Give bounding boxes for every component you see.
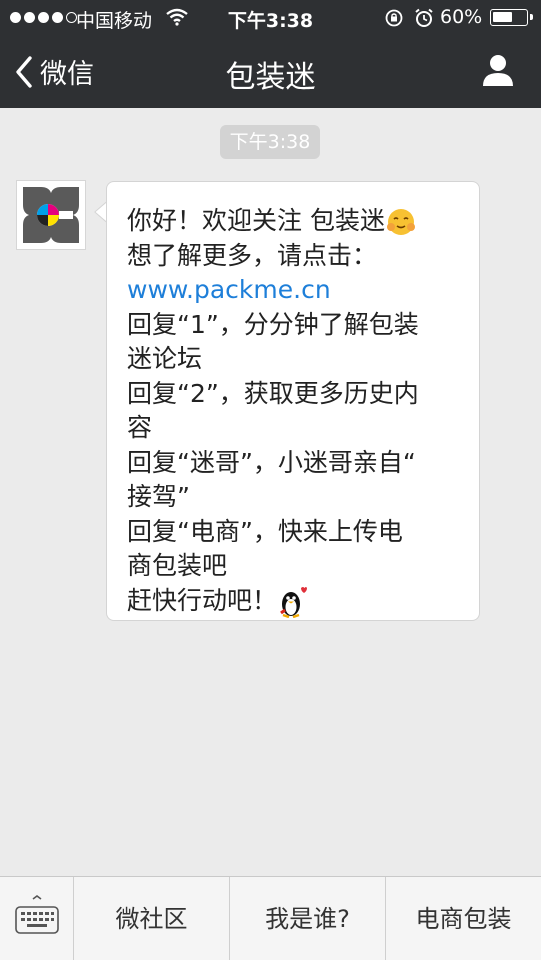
avatar[interactable] — [16, 180, 86, 250]
message-line: 迷论坛 — [127, 344, 203, 373]
page-title: 包装迷 — [225, 60, 316, 95]
message-bubble[interactable]: 你好！欢迎关注 包装迷 想了解更多，请点击： www.packme.cn 回复“… — [106, 181, 480, 621]
chat-area[interactable]: 下午3:38 你好！欢迎关注 包装迷 想了解更多，请点击： www.packme… — [0, 108, 541, 876]
message-line: 回复“2”，获取更多历史内 — [127, 378, 419, 408]
profile-icon[interactable] — [480, 52, 516, 88]
message-line: 回复“迷哥”，小迷哥亲自“ — [127, 447, 416, 477]
alarm-icon — [415, 8, 433, 27]
message-line: 容 — [127, 413, 153, 442]
status-bar: 中国移动 下午3:38 60% — [0, 0, 541, 36]
header: 中国移动 下午3:38 60% 微信 包装迷 — [0, 0, 541, 108]
menu-item-ecommerce-packaging[interactable]: 电商包装 — [386, 877, 541, 960]
bottom-menu: 微社区 我是谁? 电商包装 — [0, 876, 541, 960]
packme-logo-icon — [23, 187, 79, 243]
message-line: 商包装吧 — [127, 551, 228, 580]
keyboard-toggle-button[interactable] — [0, 877, 74, 960]
message-line: 想了解更多，请点击： — [127, 240, 378, 270]
penguin-heart-emoji-icon — [280, 586, 308, 618]
message-line: 接驾” — [127, 482, 190, 511]
keyboard-icon — [15, 895, 59, 934]
menu-item-community[interactable]: 微社区 — [74, 877, 230, 960]
rotation-lock-icon — [385, 9, 403, 27]
nav-bar: 微信 包装迷 — [0, 36, 541, 108]
message-line: 回复“电商”，快来上传电 — [127, 516, 403, 546]
website-link[interactable]: www.packme.cn — [127, 273, 461, 308]
message-line: 回复“1”，分分钟了解包装 — [127, 309, 419, 339]
message-line: 你好！欢迎关注 包装迷 — [127, 204, 461, 239]
battery-percent: 60% — [440, 6, 483, 28]
blushing-face-emoji-icon — [386, 209, 415, 235]
battery-fill — [493, 12, 512, 22]
battery-icon — [490, 9, 533, 26]
message-line: 赶快行动吧！ — [127, 584, 461, 619]
message-timestamp: 下午3:38 — [220, 125, 320, 159]
menu-item-about[interactable]: 我是谁? — [230, 877, 386, 960]
